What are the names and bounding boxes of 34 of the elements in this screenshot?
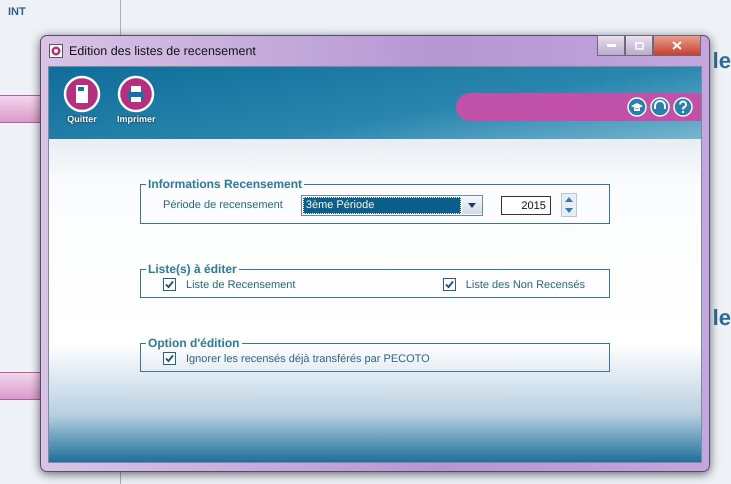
check-icon	[165, 354, 174, 363]
background-label: INT	[8, 6, 26, 18]
checkbox[interactable]	[442, 278, 456, 291]
maximize-button[interactable]	[625, 35, 653, 56]
background-label: le	[712, 305, 731, 331]
checkbox[interactable]	[163, 278, 176, 291]
door-icon	[63, 75, 101, 113]
checkbox-label: Liste des Non Recensés	[466, 278, 585, 290]
check-icon	[444, 280, 454, 289]
group-title: Informations Recensement	[147, 177, 304, 191]
dropdown-arrow-icon	[468, 202, 476, 208]
checkbox-label: Liste de Recensement	[186, 278, 296, 290]
maximize-icon	[634, 42, 644, 50]
printer-icon	[117, 75, 156, 113]
window-title: Edition des listes de recensement	[69, 44, 257, 58]
app-icon	[49, 44, 63, 58]
toolbar-button[interactable]: Quitter	[63, 75, 101, 124]
close-button[interactable]	[653, 35, 701, 56]
checkbox[interactable]	[163, 352, 176, 365]
minimize-icon	[606, 44, 616, 47]
period-dropdown[interactable]: 3ème Période	[300, 194, 483, 216]
check-icon	[165, 280, 174, 289]
group-title: Option d'édition	[147, 336, 240, 350]
minimize-button[interactable]	[597, 35, 625, 56]
spinner-icon[interactable]	[560, 193, 577, 217]
checkbox-label: Ignorer les recensés déjà transférés par PECOTO	[186, 352, 430, 364]
graduation-cap-icon[interactable]	[627, 97, 647, 117]
field-label: Période de recensement	[163, 199, 283, 211]
close-icon	[672, 41, 682, 50]
group-title: Liste(s) à éditer	[147, 262, 238, 276]
background-label: le	[712, 48, 731, 74]
toolbar-button[interactable]: Imprimer	[117, 75, 156, 124]
year-field[interactable]: 2015	[500, 196, 551, 214]
help-icon[interactable]	[673, 97, 693, 117]
